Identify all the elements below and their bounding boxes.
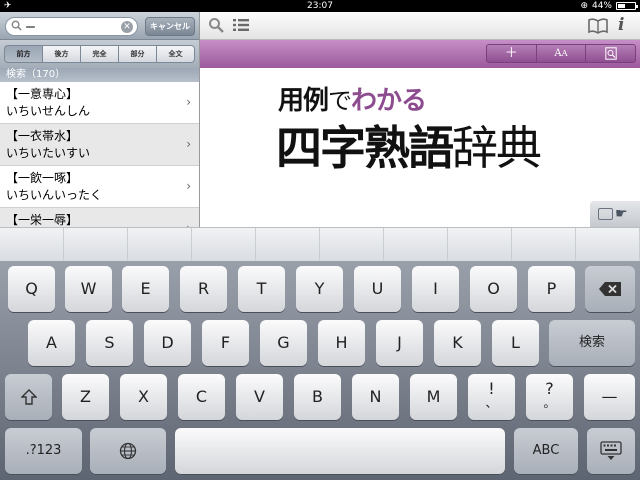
on-screen-keyboard: Q W E R T Y U I O P A S D F G H J K L 検索…: [0, 261, 640, 480]
chevron-right-icon: ›: [186, 137, 191, 151]
key-l[interactable]: L: [492, 320, 539, 366]
key-b[interactable]: B: [294, 374, 341, 420]
key-t[interactable]: T: [238, 266, 285, 312]
search-input[interactable]: [25, 19, 121, 34]
key-x[interactable]: X: [120, 374, 167, 420]
conversion-candidate-bar: [0, 227, 640, 261]
navigation-bar: i: [200, 12, 640, 40]
scope-backward[interactable]: 後方: [43, 45, 81, 63]
key-h[interactable]: H: [318, 320, 365, 366]
key-n[interactable]: N: [352, 374, 399, 420]
globe-icon: [119, 442, 137, 460]
key-i[interactable]: I: [412, 266, 459, 312]
handwriting-toggle-button[interactable]: ☛: [590, 201, 640, 227]
clock: 23:07: [307, 1, 333, 11]
key-j[interactable]: J: [376, 320, 423, 366]
space-key[interactable]: [175, 428, 505, 474]
key-r[interactable]: R: [180, 266, 227, 312]
chevron-right-icon: ›: [186, 95, 191, 109]
search-field[interactable]: ✕: [5, 17, 138, 36]
entry-reading: いちいんいったく: [6, 188, 103, 202]
key-s[interactable]: S: [86, 320, 133, 366]
key-q[interactable]: Q: [8, 266, 55, 312]
content-pane: i ＋ AA 用例でわかる 四字熟語辞典 ☛: [200, 12, 640, 227]
key-y[interactable]: Y: [296, 266, 343, 312]
list-item[interactable]: 【一飲一啄】 いちいんいったく ›: [0, 166, 199, 208]
font-size-icon: AA: [554, 48, 568, 59]
key-f[interactable]: F: [202, 320, 249, 366]
battery-percent: 44%: [591, 1, 612, 11]
list-item[interactable]: 【一意専心】 いちいせんしん ›: [0, 82, 199, 124]
battery-icon: [616, 2, 638, 10]
scope-exact[interactable]: 完全: [81, 45, 119, 63]
input-pad-icon: [598, 208, 613, 220]
key-question[interactable]: ? 。: [526, 374, 573, 420]
key-a[interactable]: A: [28, 320, 75, 366]
entry-kanji: 【一衣帯水】: [6, 129, 79, 143]
font-size-button[interactable]: AA: [535, 45, 586, 62]
shift-icon: [19, 389, 38, 405]
add-bookmark-button[interactable]: ＋: [487, 45, 536, 62]
close-icon: ✕: [123, 22, 131, 32]
search-scope-bar: 前方 後方 完全 部分 全文: [0, 40, 199, 68]
find-in-page-button[interactable]: [585, 45, 635, 62]
key-c[interactable]: C: [178, 374, 225, 420]
search-icon[interactable]: [208, 17, 224, 33]
key-m[interactable]: M: [410, 374, 457, 420]
search-key[interactable]: 検索: [549, 320, 635, 366]
hide-keyboard-key[interactable]: [587, 428, 635, 474]
backspace-key[interactable]: [585, 266, 635, 312]
orientation-lock-icon: ⊕: [580, 1, 588, 11]
find-in-page-icon: [604, 47, 617, 60]
search-pane: ✕ キャンセル 前方 後方 完全 部分 全文 検索（170） 【一意専心】 いち…: [0, 12, 199, 227]
hand-pointer-icon: ☛: [615, 206, 628, 222]
globe-key[interactable]: [90, 428, 166, 474]
scope-forward[interactable]: 前方: [4, 45, 43, 63]
shift-key[interactable]: [5, 374, 52, 420]
toolbar: ＋ AA: [200, 40, 640, 68]
entry-kanji: 【一飲一啄】: [6, 171, 79, 185]
key-g[interactable]: G: [260, 320, 307, 366]
cancel-button[interactable]: キャンセル: [145, 17, 195, 36]
key-z[interactable]: Z: [62, 374, 109, 420]
book-title: 四字熟語辞典: [276, 121, 542, 175]
key-k[interactable]: K: [434, 320, 481, 366]
search-bar: ✕ キャンセル: [0, 12, 199, 40]
key-u[interactable]: U: [354, 266, 401, 312]
numbers-key[interactable]: .?123: [5, 428, 82, 474]
abc-key[interactable]: ABC: [514, 428, 578, 474]
chevron-right-icon: ›: [186, 179, 191, 193]
list-item[interactable]: 【一衣帯水】 いちいたいすい ›: [0, 124, 199, 166]
hide-keyboard-icon: [600, 441, 622, 460]
key-exclamation[interactable]: ! 、: [468, 374, 515, 420]
book-icon[interactable]: [588, 18, 608, 34]
list-item[interactable]: 【一栄一辱】 ›: [0, 208, 199, 227]
status-bar: ✈ 23:07 ⊕ 44%: [0, 0, 640, 12]
scope-fulltext[interactable]: 全文: [157, 45, 195, 63]
key-d[interactable]: D: [144, 320, 191, 366]
key-v[interactable]: V: [236, 374, 283, 420]
key-p[interactable]: P: [528, 266, 575, 312]
key-o[interactable]: O: [470, 266, 517, 312]
plus-icon: ＋: [504, 46, 518, 61]
scope-partial[interactable]: 部分: [119, 45, 157, 63]
entry-kanji: 【一栄一辱】: [6, 213, 79, 227]
entry-reading: いちいたいすい: [6, 146, 91, 160]
info-icon[interactable]: i: [618, 15, 632, 35]
key-w[interactable]: W: [65, 266, 112, 312]
results-header: 検索（170）: [0, 68, 199, 82]
clear-search-button[interactable]: ✕: [121, 21, 133, 33]
delete-icon: [599, 282, 621, 296]
tool-button-group: ＋ AA: [486, 44, 636, 63]
search-icon: [11, 20, 22, 31]
list-icon[interactable]: [233, 19, 249, 31]
entry-kanji: 【一意専心】: [6, 87, 79, 101]
key-dash[interactable]: —: [584, 374, 635, 420]
key-e[interactable]: E: [122, 266, 169, 312]
entry-reading: いちいせんしん: [6, 104, 91, 118]
